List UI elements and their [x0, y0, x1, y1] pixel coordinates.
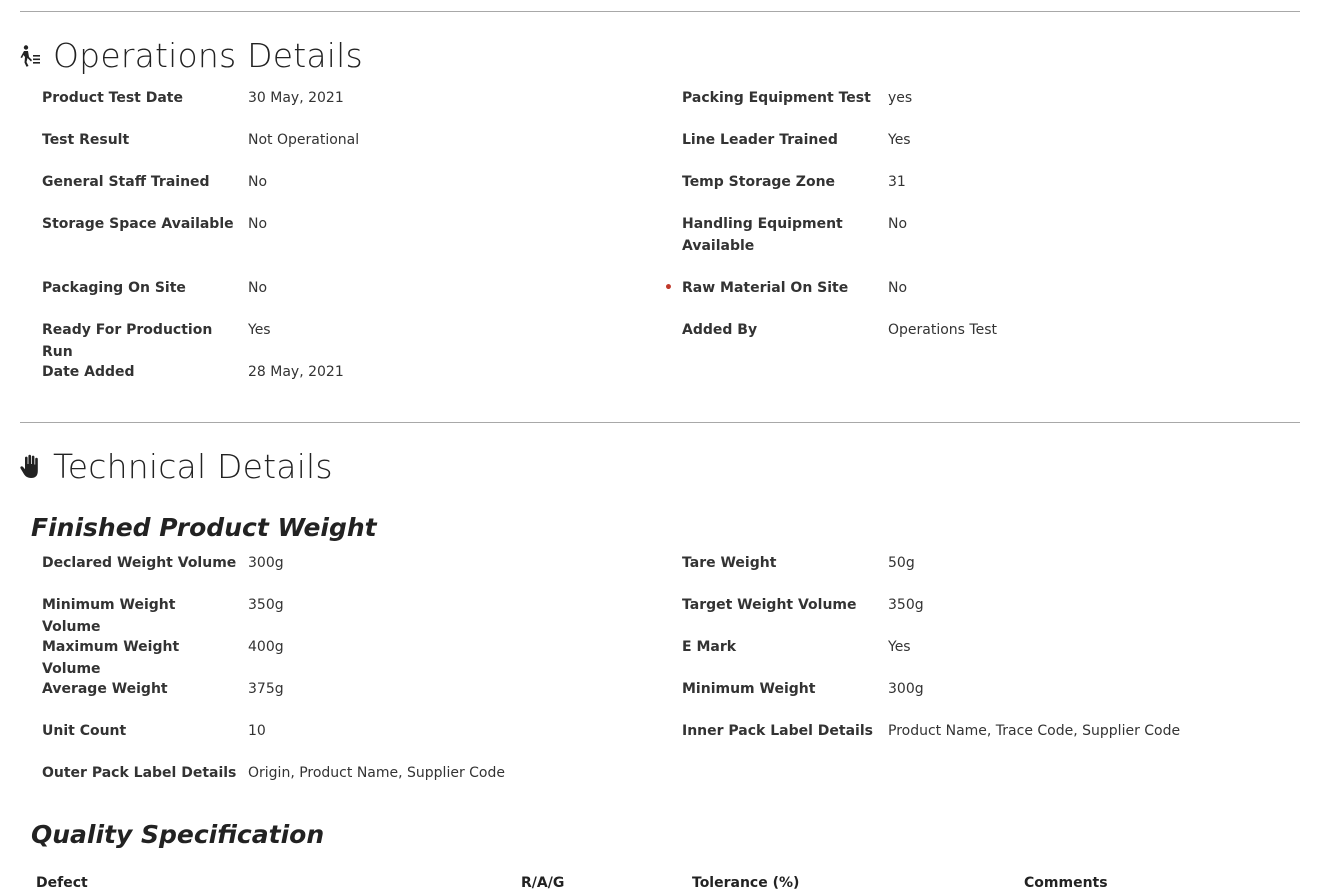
field-value: No — [248, 280, 268, 296]
operations-section-title: Operations Details — [53, 36, 363, 75]
field-value: yes — [888, 90, 913, 106]
field-value: No — [248, 216, 268, 232]
field-label: Date Added — [42, 364, 135, 380]
field-label: Target Weight Volume — [682, 597, 857, 613]
field-value: 50g — [888, 555, 915, 571]
quality-spec-table-header: Defect R/A/G Tolerance (%) Comments — [0, 872, 1318, 894]
section-divider — [20, 11, 1300, 12]
required-marker: • — [664, 280, 673, 296]
field-label: Ready For Production Run — [42, 322, 213, 360]
field-label: Product Test Date — [42, 90, 183, 106]
field-label: Packaging On Site — [42, 280, 186, 296]
field-value: 300g — [888, 681, 924, 697]
field-label: Storage Space Available — [42, 216, 234, 232]
finished-product-weight-heading: Finished Product Weight — [31, 513, 377, 542]
field-label: Outer Pack Label Details — [42, 765, 237, 781]
details-page: Operations Details Product Test Date 30 … — [0, 0, 1318, 896]
operations-section-header: Operations Details — [18, 34, 363, 78]
field-value: No — [248, 174, 268, 190]
field-label: General Staff Trained — [42, 174, 210, 190]
person-cart-icon — [18, 43, 44, 69]
field-value: 350g — [888, 597, 924, 613]
field-value: 300g — [248, 555, 284, 571]
field-value: Product Name, Trace Code, Supplier Code — [888, 723, 1181, 739]
field-value: 30 May, 2021 — [248, 90, 344, 106]
field-value: Yes — [248, 322, 271, 338]
technical-section-header: Technical Details — [18, 445, 333, 489]
field-value: No — [888, 280, 908, 296]
field-value: Origin, Product Name, Supplier Code — [248, 765, 505, 781]
field-value: 31 — [888, 174, 906, 190]
field-label: Inner Pack Label Details — [682, 723, 873, 739]
field-label: Declared Weight Volume — [42, 555, 237, 571]
field-label: Average Weight — [42, 681, 168, 697]
field-label: Minimum Weight Volume — [42, 597, 176, 635]
field-value: Yes — [888, 132, 911, 148]
field-label: Handling Equipment Available — [682, 216, 843, 254]
field-label: Packing Equipment Test — [682, 90, 871, 106]
field-label: Minimum Weight — [682, 681, 816, 697]
field-label: Maximum Weight Volume — [42, 639, 180, 677]
technical-section-title: Technical Details — [53, 447, 333, 486]
field-value: Yes — [888, 639, 911, 655]
field-value: 350g — [248, 597, 284, 613]
field-label: Line Leader Trained — [682, 132, 838, 148]
field-value: Operations Test — [888, 322, 997, 338]
section-divider — [20, 422, 1300, 423]
field-value: 28 May, 2021 — [248, 364, 344, 380]
field-label: E Mark — [682, 639, 737, 655]
column-header-defect[interactable]: Defect — [36, 872, 88, 894]
field-label: Added By — [682, 322, 758, 338]
column-header-tolerance[interactable]: Tolerance (%) — [692, 872, 799, 894]
field-value: 375g — [248, 681, 284, 697]
field-value: 400g — [248, 639, 284, 655]
field-label: Temp Storage Zone — [682, 174, 836, 190]
column-header-comments[interactable]: Comments — [1024, 872, 1108, 894]
field-label: Unit Count — [42, 723, 127, 739]
field-value: Not Operational — [248, 132, 360, 148]
field-label: Test Result — [42, 132, 130, 148]
column-header-rag[interactable]: R/A/G — [521, 872, 564, 894]
quality-specification-heading: Quality Specification — [31, 820, 325, 849]
hand-icon — [18, 454, 44, 480]
field-label: Raw Material On Site — [682, 280, 849, 296]
field-value: 10 — [248, 723, 266, 739]
field-value: No — [888, 216, 908, 232]
field-label: Tare Weight — [682, 555, 777, 571]
